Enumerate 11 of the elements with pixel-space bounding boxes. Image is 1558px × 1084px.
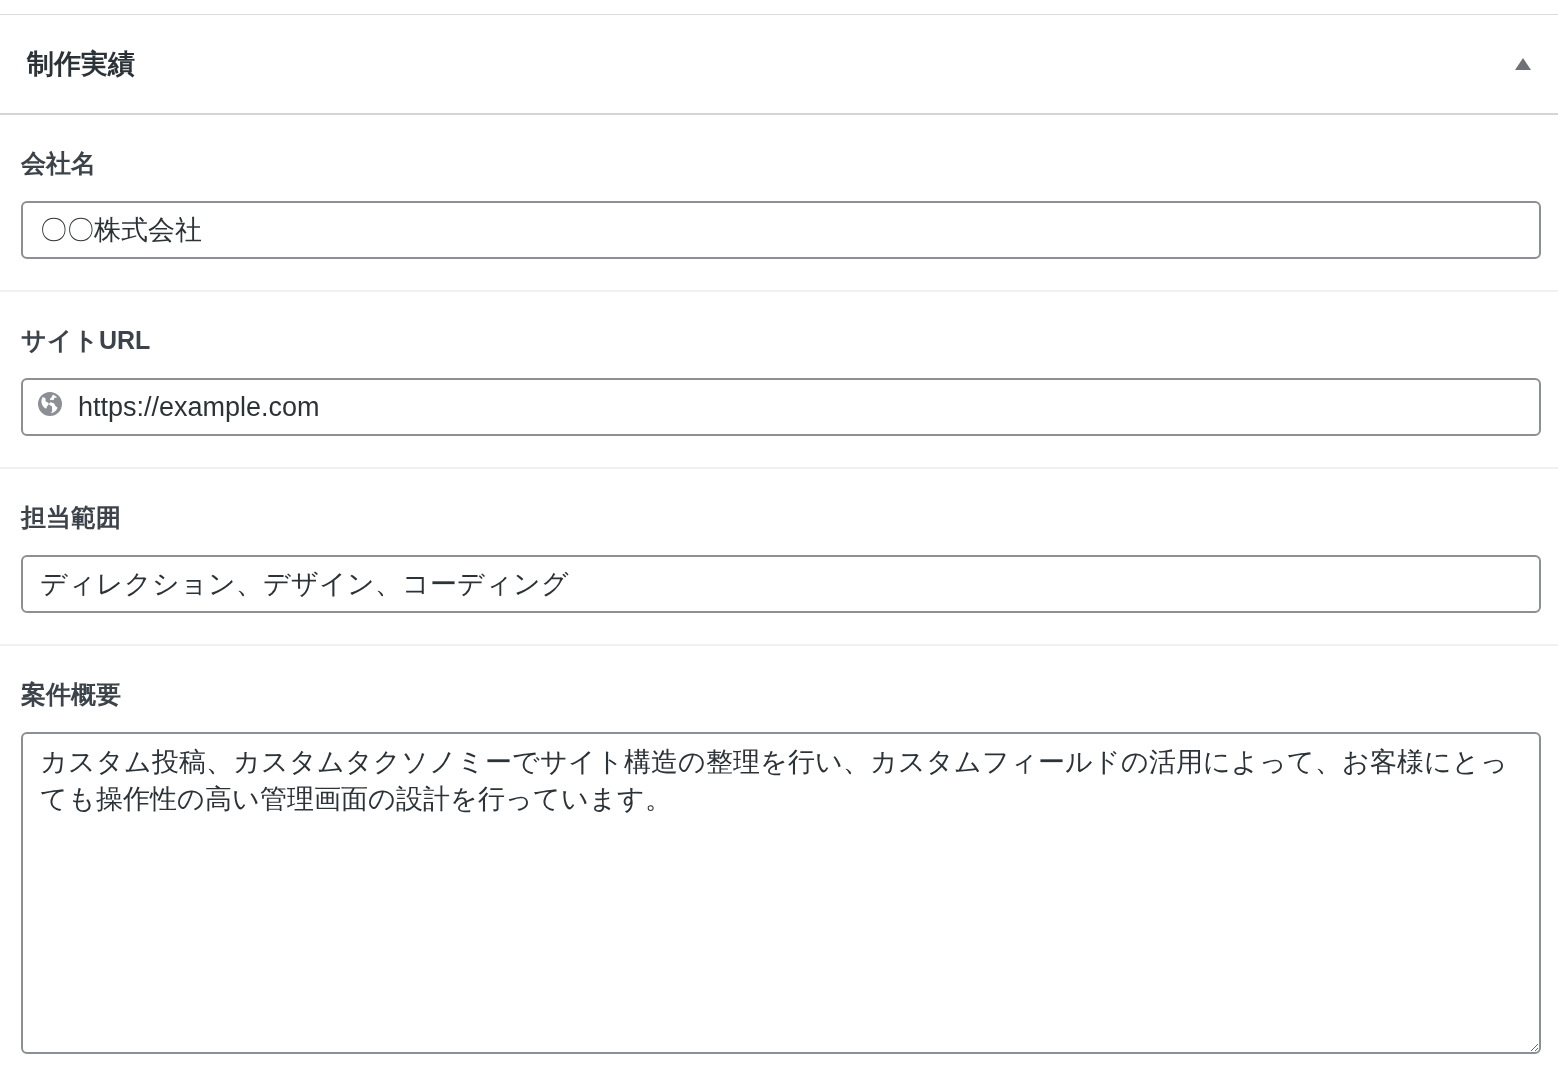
text-area[interactable]: カスタム投稿、カスタムタクソノミーでサイト構造の整理を行い、カスタムフィールドの活用によって、お客様にとっても操作性の高い管理画面の設計を行っています。 [21, 732, 1541, 1054]
field-label: 案件概要 [21, 679, 121, 709]
url-field[interactable]: https://example.com [21, 378, 1541, 436]
text-field[interactable]: 〇〇株式会社 [21, 201, 1541, 259]
triangle-icon[interactable] [1515, 58, 1531, 70]
panel-title: 制作実績 [27, 48, 135, 81]
field-label: 会社名 [21, 148, 96, 178]
field-label: サイトURL [21, 325, 151, 355]
text-field[interactable]: ディレクション、デザイン、コーディング [21, 555, 1541, 613]
field-label: 担当範囲 [21, 502, 121, 532]
globe-icon [38, 392, 62, 416]
